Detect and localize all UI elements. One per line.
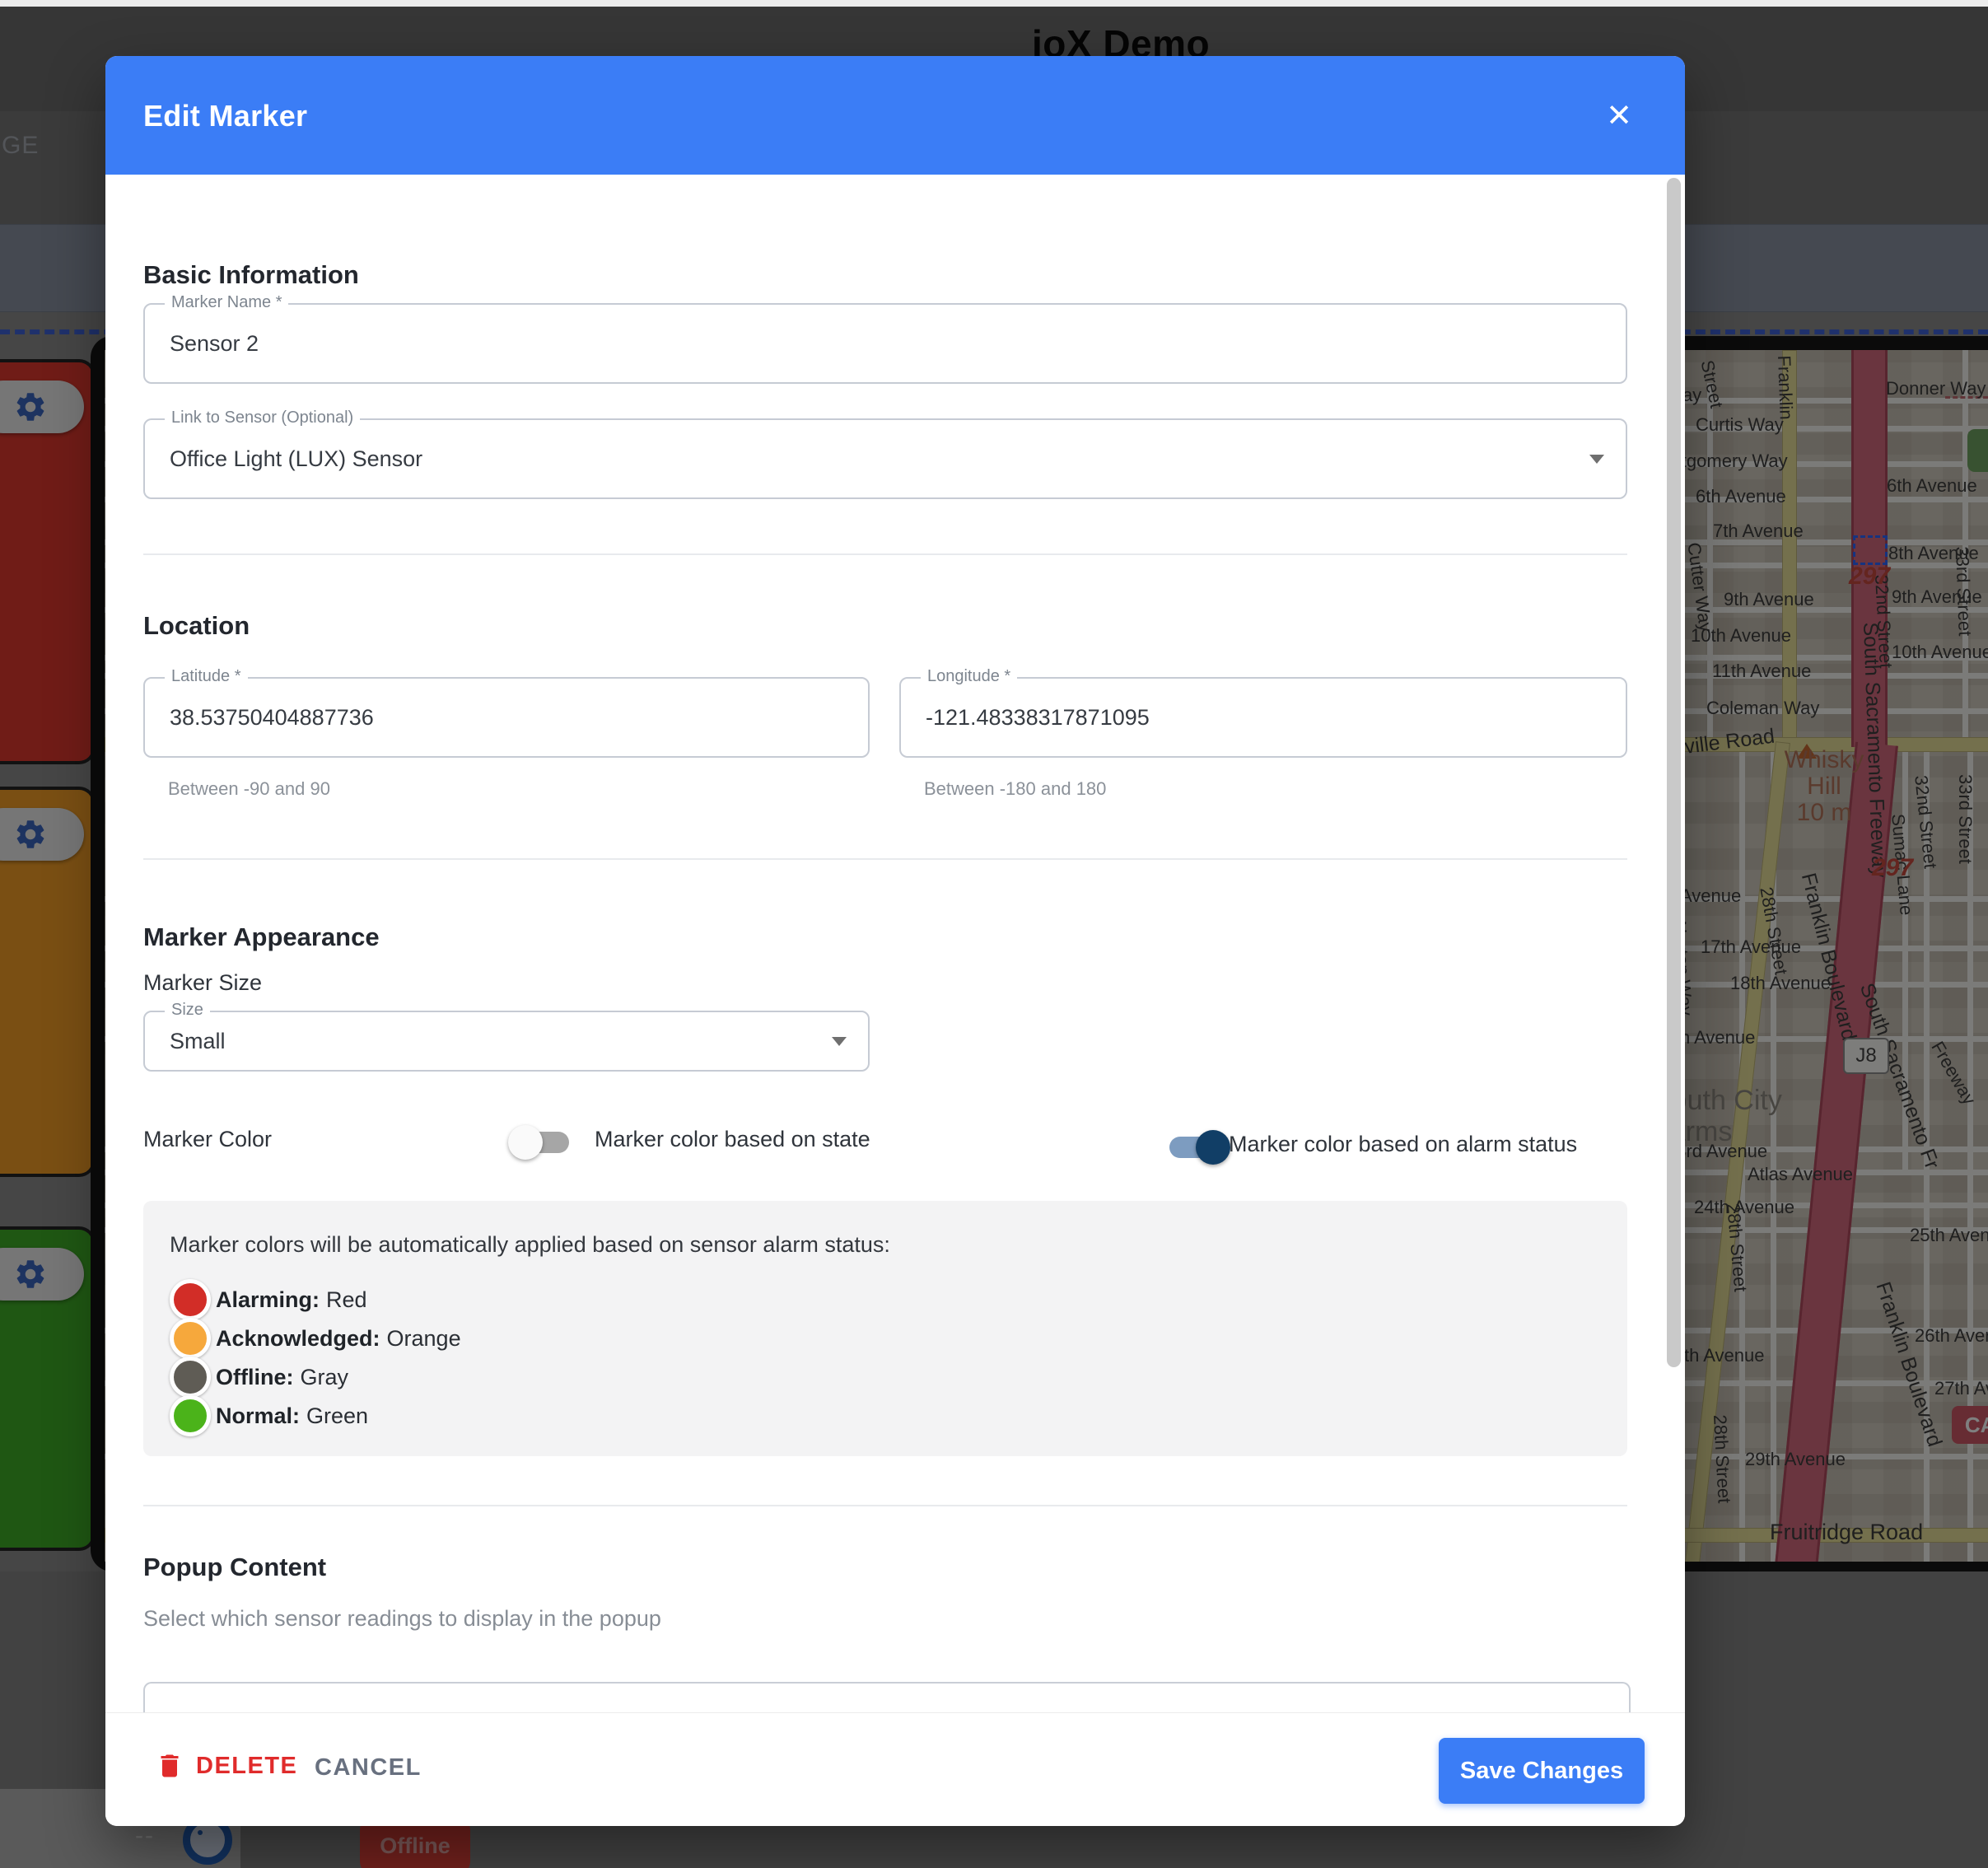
marker-color-label: Marker Color [143, 1127, 273, 1151]
modal-title: Edit Marker [143, 99, 308, 133]
marker-size-label: Marker Size [143, 970, 263, 995]
screen: ioX Demo GE [0, 0, 1988, 1868]
link-sensor-field[interactable]: Link to Sensor (Optional) Office Light (… [143, 409, 1627, 499]
chevron-down-icon[interactable] [1589, 455, 1604, 464]
toggle-color-by-alarm-label: Marker color based on alarm status [1229, 1132, 1578, 1156]
popup-content-description: Select which sensor readings to display … [143, 1606, 661, 1631]
close-icon[interactable]: ✕ [1606, 97, 1632, 134]
section-marker-appearance: Marker Appearance [143, 922, 380, 951]
alarm-colors-intro: Marker colors will be automatically appl… [170, 1232, 890, 1257]
latitude-input[interactable]: 38.53750404887736 [170, 679, 374, 756]
delete-button[interactable]: DELETE [155, 1749, 297, 1782]
chevron-down-icon[interactable] [832, 1037, 847, 1046]
section-basic-information: Basic Information [143, 260, 359, 289]
popup-readings-select[interactable] [143, 1682, 1631, 1715]
alarm-colors-info-box: Marker colors will be automatically appl… [143, 1201, 1627, 1456]
toggle-color-by-state[interactable] [508, 1125, 569, 1160]
save-changes-button[interactable]: Save Changes [1439, 1738, 1645, 1804]
alarming-dot [170, 1279, 211, 1320]
divider [143, 1505, 1627, 1506]
longitude-input[interactable]: -121.48338317871095 [926, 679, 1150, 756]
browser-top-strip [0, 0, 1988, 7]
cancel-button[interactable]: CANCEL [315, 1754, 422, 1782]
toggle-color-by-state-label: Marker color based on state [595, 1127, 870, 1151]
alarm-row-alarming: Alarming: Red [170, 1279, 367, 1320]
longitude-helper: Between -180 and 180 [924, 778, 1107, 799]
longitude-field[interactable]: Longitude * -121.48338317871095 [899, 667, 1627, 758]
divider [143, 858, 1627, 860]
toggle-thumb[interactable] [1196, 1130, 1230, 1165]
acknowledged-dot [170, 1318, 211, 1359]
section-location: Location [143, 611, 250, 640]
alarm-row-normal: Normal: Green [170, 1395, 368, 1436]
latitude-field[interactable]: Latitude * 38.53750404887736 [143, 667, 870, 758]
section-popup-content: Popup Content [143, 1553, 327, 1581]
modal-body: Basic Information Marker Name * Sensor 2… [105, 56, 1685, 1826]
normal-dot [170, 1395, 211, 1436]
edit-marker-modal: Basic Information Marker Name * Sensor 2… [105, 56, 1685, 1826]
modal-scrollbar[interactable] [1667, 178, 1681, 1367]
offline-dot [170, 1357, 211, 1398]
modal-footer: DELETE CANCEL Save Changes [105, 1712, 1685, 1826]
trash-icon [161, 1754, 179, 1777]
alarm-row-offline: Offline: Gray [170, 1357, 348, 1398]
modal-header: Edit Marker ✕ [105, 56, 1685, 175]
latitude-helper: Between -90 and 90 [168, 778, 330, 799]
toggle-thumb[interactable] [508, 1125, 543, 1160]
link-sensor-select[interactable]: Office Light (LUX) Sensor [170, 420, 422, 497]
size-select[interactable]: Small [170, 1012, 226, 1070]
divider [143, 553, 1627, 555]
toggle-color-by-alarm[interactable] [1169, 1130, 1230, 1165]
size-select-field[interactable]: Size Small [143, 1001, 870, 1072]
marker-name-field[interactable]: Marker Name * Sensor 2 [143, 293, 1627, 384]
marker-name-input[interactable]: Sensor 2 [170, 305, 259, 382]
alarm-row-acknowledged: Acknowledged: Orange [170, 1318, 461, 1359]
